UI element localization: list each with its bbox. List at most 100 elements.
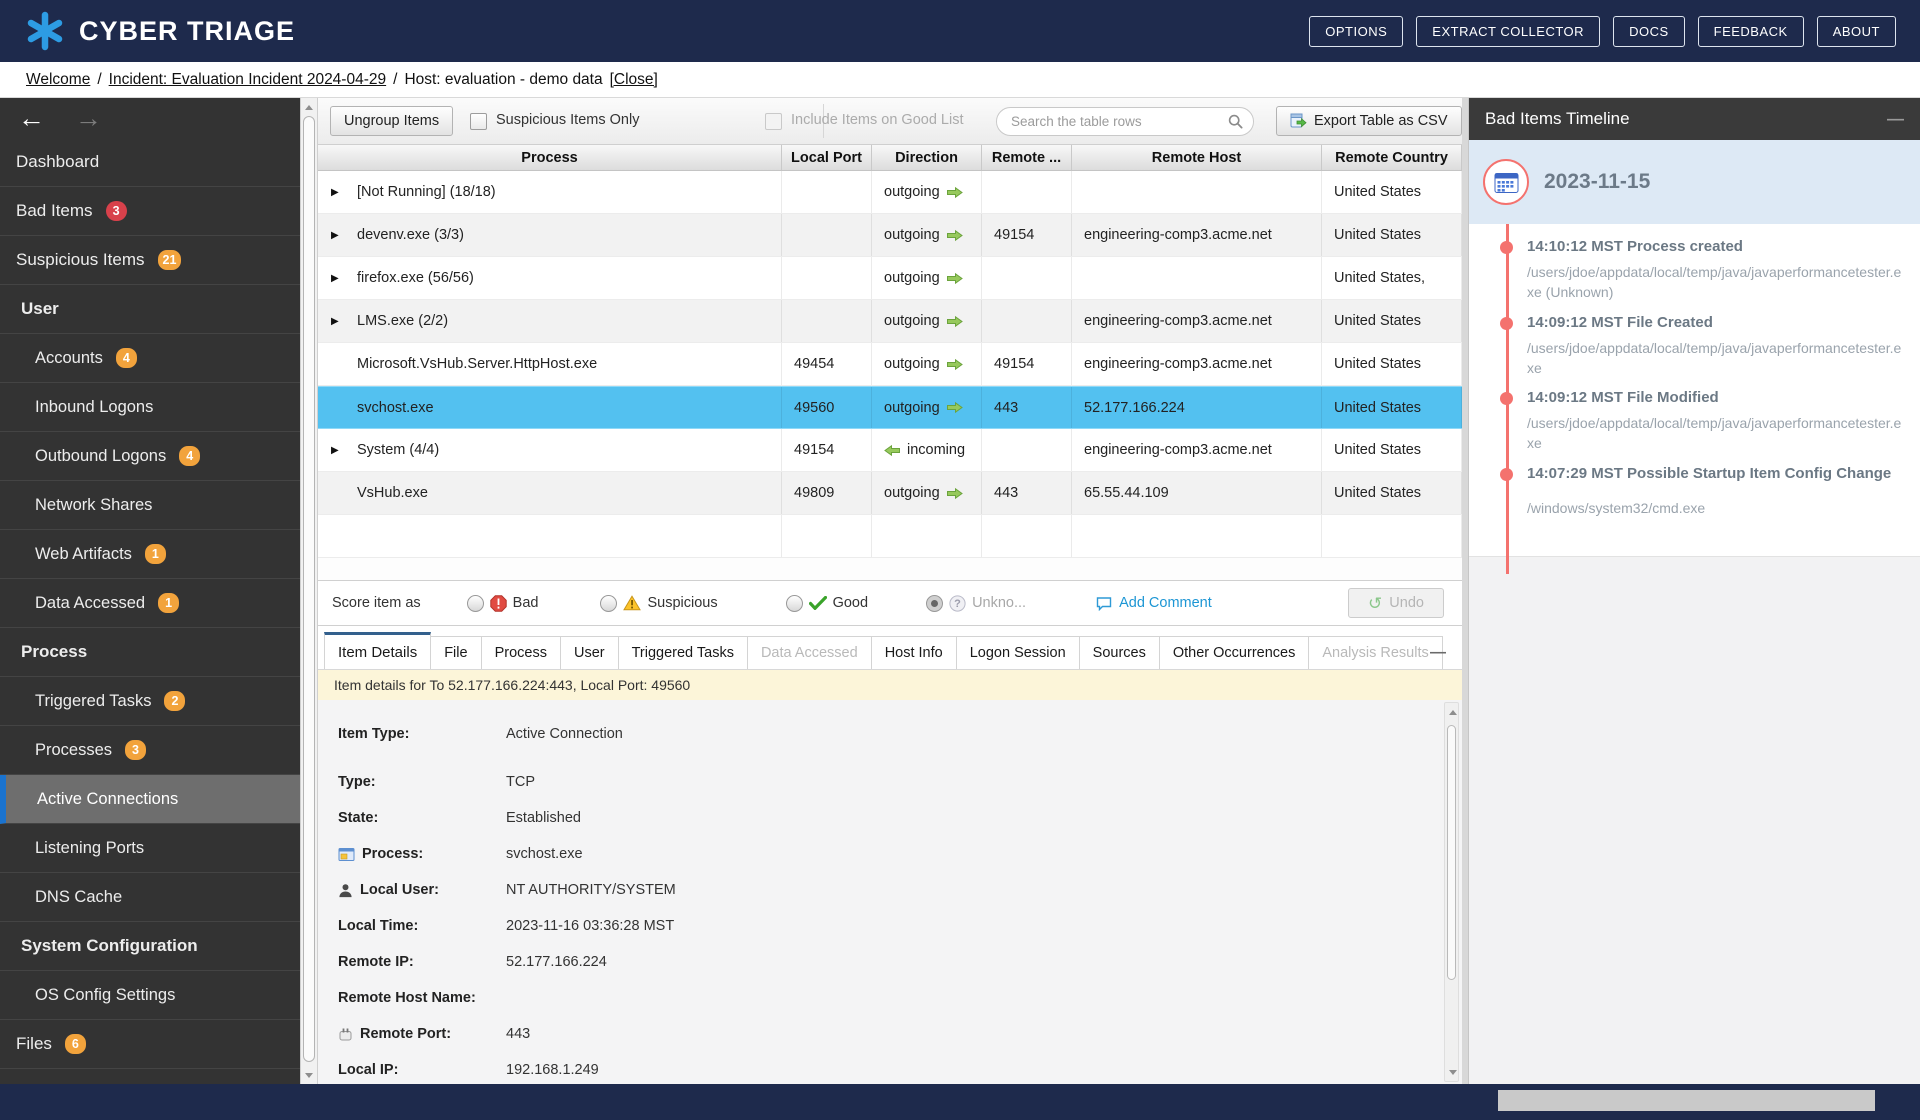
column-header-remote-host[interactable]: Remote Host — [1072, 145, 1322, 170]
sidebar-item-data-accessed[interactable]: Data Accessed 1 — [0, 579, 300, 628]
timeline-event[interactable]: 14:10:12 MST Process created /users/jdoe… — [1500, 238, 1906, 303]
tab-item-details[interactable]: Item Details — [324, 632, 432, 669]
sidebar-item-triggered-tasks[interactable]: Triggered Tasks 2 — [0, 677, 300, 726]
tab-process[interactable]: Process — [480, 636, 561, 669]
breadcrumb-incident-link[interactable]: Incident: Evaluation Incident 2024-04-29 — [109, 71, 386, 89]
timeline-header: Bad Items Timeline — — [1469, 98, 1920, 140]
details-scrollbar-thumb[interactable] — [1447, 725, 1456, 980]
export-csv-icon — [1290, 113, 1307, 129]
expand-arrow-icon[interactable]: ▶ — [331, 445, 357, 456]
tab-sources[interactable]: Sources — [1078, 636, 1160, 669]
timeline-event[interactable]: 14:07:29 MST Possible Startup Item Confi… — [1500, 465, 1906, 518]
table-row-selected[interactable]: ▶svchost.exe 49560 outgoing 443 52.177.1… — [318, 386, 1462, 429]
column-header-process[interactable]: Process — [318, 145, 782, 170]
sidebar-item-processes[interactable]: Processes 3 — [0, 726, 300, 775]
tab-user[interactable]: User — [559, 636, 619, 669]
tab-file[interactable]: File — [430, 636, 482, 669]
sidebar-item-label: Suspicious Items — [16, 250, 145, 269]
column-header-local-port[interactable]: Local Port — [782, 145, 872, 170]
scroll-down-icon[interactable] — [1445, 1064, 1461, 1080]
add-comment-link[interactable]: Add Comment — [1096, 595, 1212, 611]
top-bar: CYBER TRIAGE OPTIONS EXTRACT COLLECTOR D… — [0, 0, 1920, 62]
app-title: CYBER TRIAGE — [79, 15, 296, 46]
options-button[interactable]: OPTIONS — [1309, 15, 1404, 47]
table-row[interactable]: ▶ LMS.exe (2/2) outgoing engineering-comp… — [318, 300, 1462, 343]
score-good-option[interactable]: Good — [785, 594, 868, 612]
suspicious-items-only-checkbox[interactable] — [470, 113, 487, 130]
tab-logon-session[interactable]: Logon Session — [955, 636, 1080, 669]
breadcrumb-separator: / — [97, 70, 102, 88]
breadcrumb-close-link[interactable]: [Close] — [610, 71, 658, 89]
sidebar-item-dashboard[interactable]: Dashboard — [0, 138, 300, 187]
sidebar-item-accounts[interactable]: Accounts 4 — [0, 334, 300, 383]
sidebar-item-active-connections[interactable]: Active Connections — [0, 775, 300, 824]
count-badge: 6 — [64, 1034, 86, 1054]
table-row[interactable]: ▶ [Not Running] (18/18) outgoing United S… — [318, 171, 1462, 214]
sidebar-item-files[interactable]: Files 6 — [0, 1020, 300, 1069]
expand-arrow-icon[interactable]: ▶ — [331, 316, 357, 327]
column-header-remote-country[interactable]: Remote Country — [1322, 145, 1462, 170]
table-row[interactable]: ▶ System (4/4) 49154 incoming engineering… — [318, 429, 1462, 472]
footer-bar — [0, 1084, 1920, 1120]
score-unknown-option[interactable]: ? Unkno... — [926, 594, 1026, 612]
sidebar-scrollbar-thumb[interactable] — [303, 116, 315, 1062]
sidebar-item-label: Processes — [35, 740, 113, 759]
outgoing-arrow-icon — [946, 487, 963, 500]
sidebar-item-outbound-logons[interactable]: Outbound Logons 4 — [0, 432, 300, 481]
search-input[interactable] — [1011, 114, 1228, 129]
expand-arrow-icon[interactable]: ▶ — [331, 273, 357, 284]
sidebar-item-inbound-logons[interactable]: Inbound Logons — [0, 383, 300, 432]
scroll-down-icon[interactable] — [301, 1067, 317, 1083]
count-badge: 3 — [105, 201, 127, 221]
breadcrumb-welcome-link[interactable]: Welcome — [26, 71, 90, 89]
bad-items-timeline-panel: Bad Items Timeline — 2023-11-15 14:10:12… — [1468, 98, 1920, 1084]
comment-bubble-icon — [1096, 596, 1112, 611]
extract-collector-button[interactable]: EXTRACT COLLECTOR — [1416, 15, 1601, 47]
cyber-triage-logo-icon — [24, 10, 66, 52]
tab-triggered-tasks[interactable]: Triggered Tasks — [617, 636, 748, 669]
scroll-up-icon[interactable] — [301, 99, 317, 115]
score-bad-option[interactable]: Bad — [466, 594, 538, 612]
about-button[interactable]: ABOUT — [1816, 15, 1896, 47]
tab-analysis-results: Analysis Results — [1308, 636, 1443, 669]
unknown-radio-selected[interactable] — [926, 594, 944, 612]
scroll-up-icon[interactable] — [1445, 704, 1461, 720]
sidebar-item-dns-cache[interactable]: DNS Cache — [0, 873, 300, 922]
suspicious-radio[interactable] — [600, 594, 618, 612]
sidebar-item-web-artifacts[interactable]: Web Artifacts 1 — [0, 530, 300, 579]
sidebar-item-os-config-settings[interactable]: OS Config Settings — [0, 971, 300, 1020]
table-row[interactable]: ▶Microsoft.VsHub.Server.HttpHost.exe 494… — [318, 343, 1462, 386]
sidebar-item-bad-items[interactable]: Bad Items 3 — [0, 187, 300, 236]
tab-host-info[interactable]: Host Info — [870, 636, 957, 669]
sidebar-item-label: Triggered Tasks — [35, 691, 152, 710]
sidebar-scrollbar[interactable] — [300, 98, 318, 1084]
timeline-event[interactable]: 14:09:12 MST File Modified /users/jdoe/a… — [1500, 389, 1906, 454]
feedback-button[interactable]: FEEDBACK — [1697, 15, 1804, 47]
column-header-direction[interactable]: Direction — [872, 145, 982, 170]
expand-arrow-icon[interactable]: ▶ — [331, 187, 357, 198]
ungroup-items-button[interactable]: Ungroup Items — [330, 106, 454, 136]
export-csv-button[interactable]: Export Table as CSV — [1276, 106, 1462, 136]
sidebar-item-network-shares[interactable]: Network Shares — [0, 481, 300, 530]
score-suspicious-option[interactable]: Suspicious — [600, 594, 718, 612]
nav-back-arrow-icon[interactable]: ← — [18, 104, 45, 132]
column-header-remote-port[interactable]: Remote ... — [982, 145, 1072, 170]
sidebar-section-user: User — [0, 285, 300, 334]
table-row[interactable]: ▶ firefox.exe (56/56) outgoing United Sta… — [318, 257, 1462, 300]
horizontal-scrollbar-thumb[interactable] — [1498, 1090, 1875, 1111]
sidebar-item-suspicious-items[interactable]: Suspicious Items 21 — [0, 236, 300, 285]
table-row[interactable]: ▶ devenv.exe (3/3) outgoing 49154 enginee… — [318, 214, 1462, 257]
sidebar-item-listening-ports[interactable]: Listening Ports — [0, 824, 300, 873]
tab-other-occurrences[interactable]: Other Occurrences — [1158, 636, 1310, 669]
expand-arrow-icon[interactable]: ▶ — [331, 230, 357, 241]
sidebar-section-system-configuration: System Configuration — [0, 922, 300, 971]
timeline-event[interactable]: 14:09:12 MST File Created /users/jdoe/ap… — [1500, 314, 1906, 379]
details-scrollbar[interactable] — [1444, 702, 1459, 1082]
bad-radio[interactable] — [466, 594, 484, 612]
good-radio[interactable] — [785, 594, 803, 612]
table-row[interactable]: ▶VsHub.exe 49809 outgoing 443 65.55.44.1… — [318, 472, 1462, 515]
docs-button[interactable]: DOCS — [1613, 15, 1685, 47]
minimize-detail-panel-icon[interactable]: — — [1430, 644, 1446, 662]
minimize-timeline-icon[interactable]: — — [1887, 109, 1904, 129]
sidebar-item-label: Files — [16, 1034, 52, 1053]
